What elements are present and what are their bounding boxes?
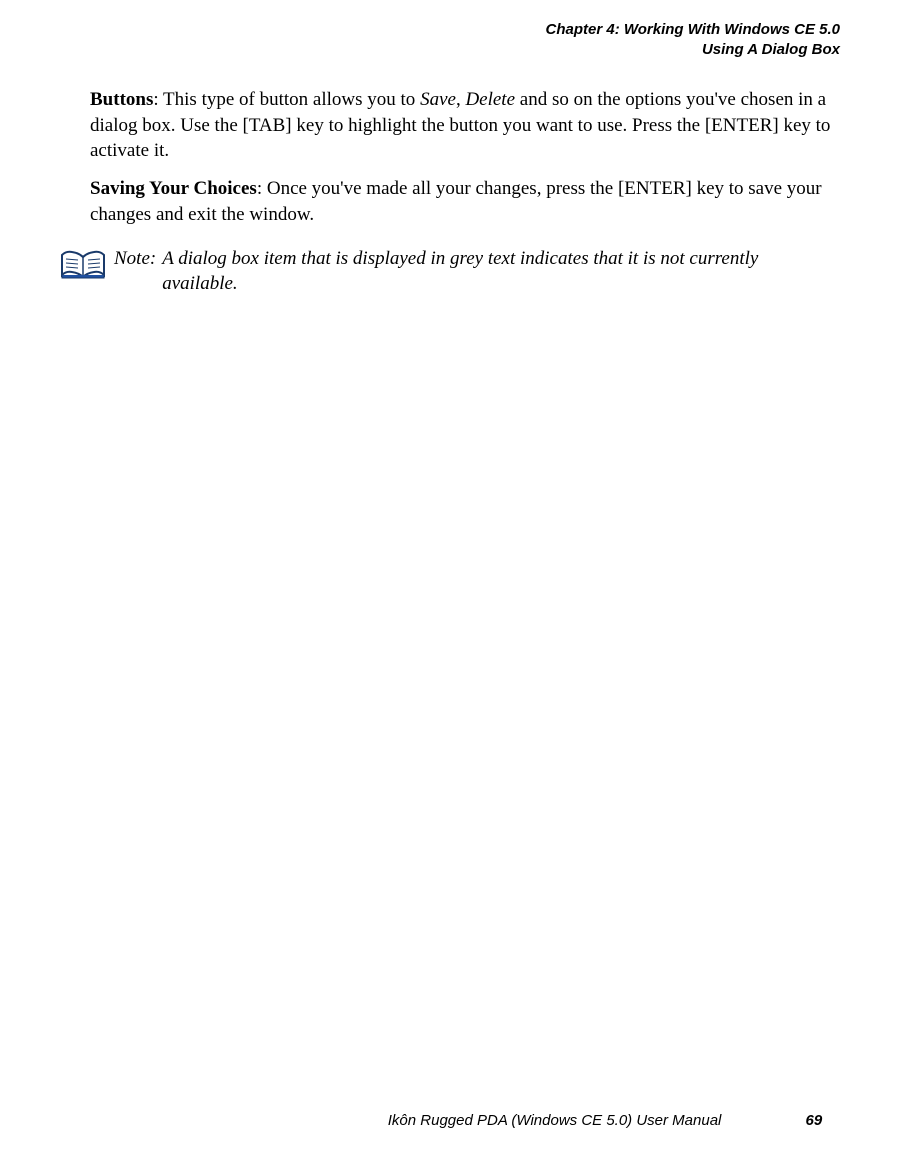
page-header: Chapter 4: Working With Windows CE 5.0 U… (60, 20, 850, 59)
note-label: Note: (114, 247, 156, 296)
paragraph-saving: Saving Your Choices: Once you've made al… (90, 176, 840, 227)
p1-comma: , (456, 89, 466, 110)
note-content: A dialog box item that is displayed in g… (162, 247, 820, 296)
note-block: Note: A dialog box item that is displaye… (60, 247, 820, 296)
p1-text-a: : This type of button allows you to (153, 89, 420, 110)
p1-italic-save: Save (420, 89, 456, 110)
lead-saving: Saving Your Choices (90, 178, 257, 199)
header-section: Using A Dialog Box (60, 40, 840, 60)
header-chapter: Chapter 4: Working With Windows CE 5.0 (60, 20, 840, 40)
paragraph-buttons: Buttons: This type of button allows you … (90, 87, 840, 164)
page-footer: Ikôn Rugged PDA (Windows CE 5.0) User Ma… (0, 1112, 910, 1129)
footer-title: Ikôn Rugged PDA (Windows CE 5.0) User Ma… (388, 1112, 722, 1129)
lead-buttons: Buttons (90, 89, 153, 110)
book-icon (60, 249, 106, 281)
p1-italic-delete: Delete (465, 89, 515, 110)
page-number: 69 (806, 1112, 823, 1129)
note-text: Note: A dialog box item that is displaye… (114, 247, 820, 296)
